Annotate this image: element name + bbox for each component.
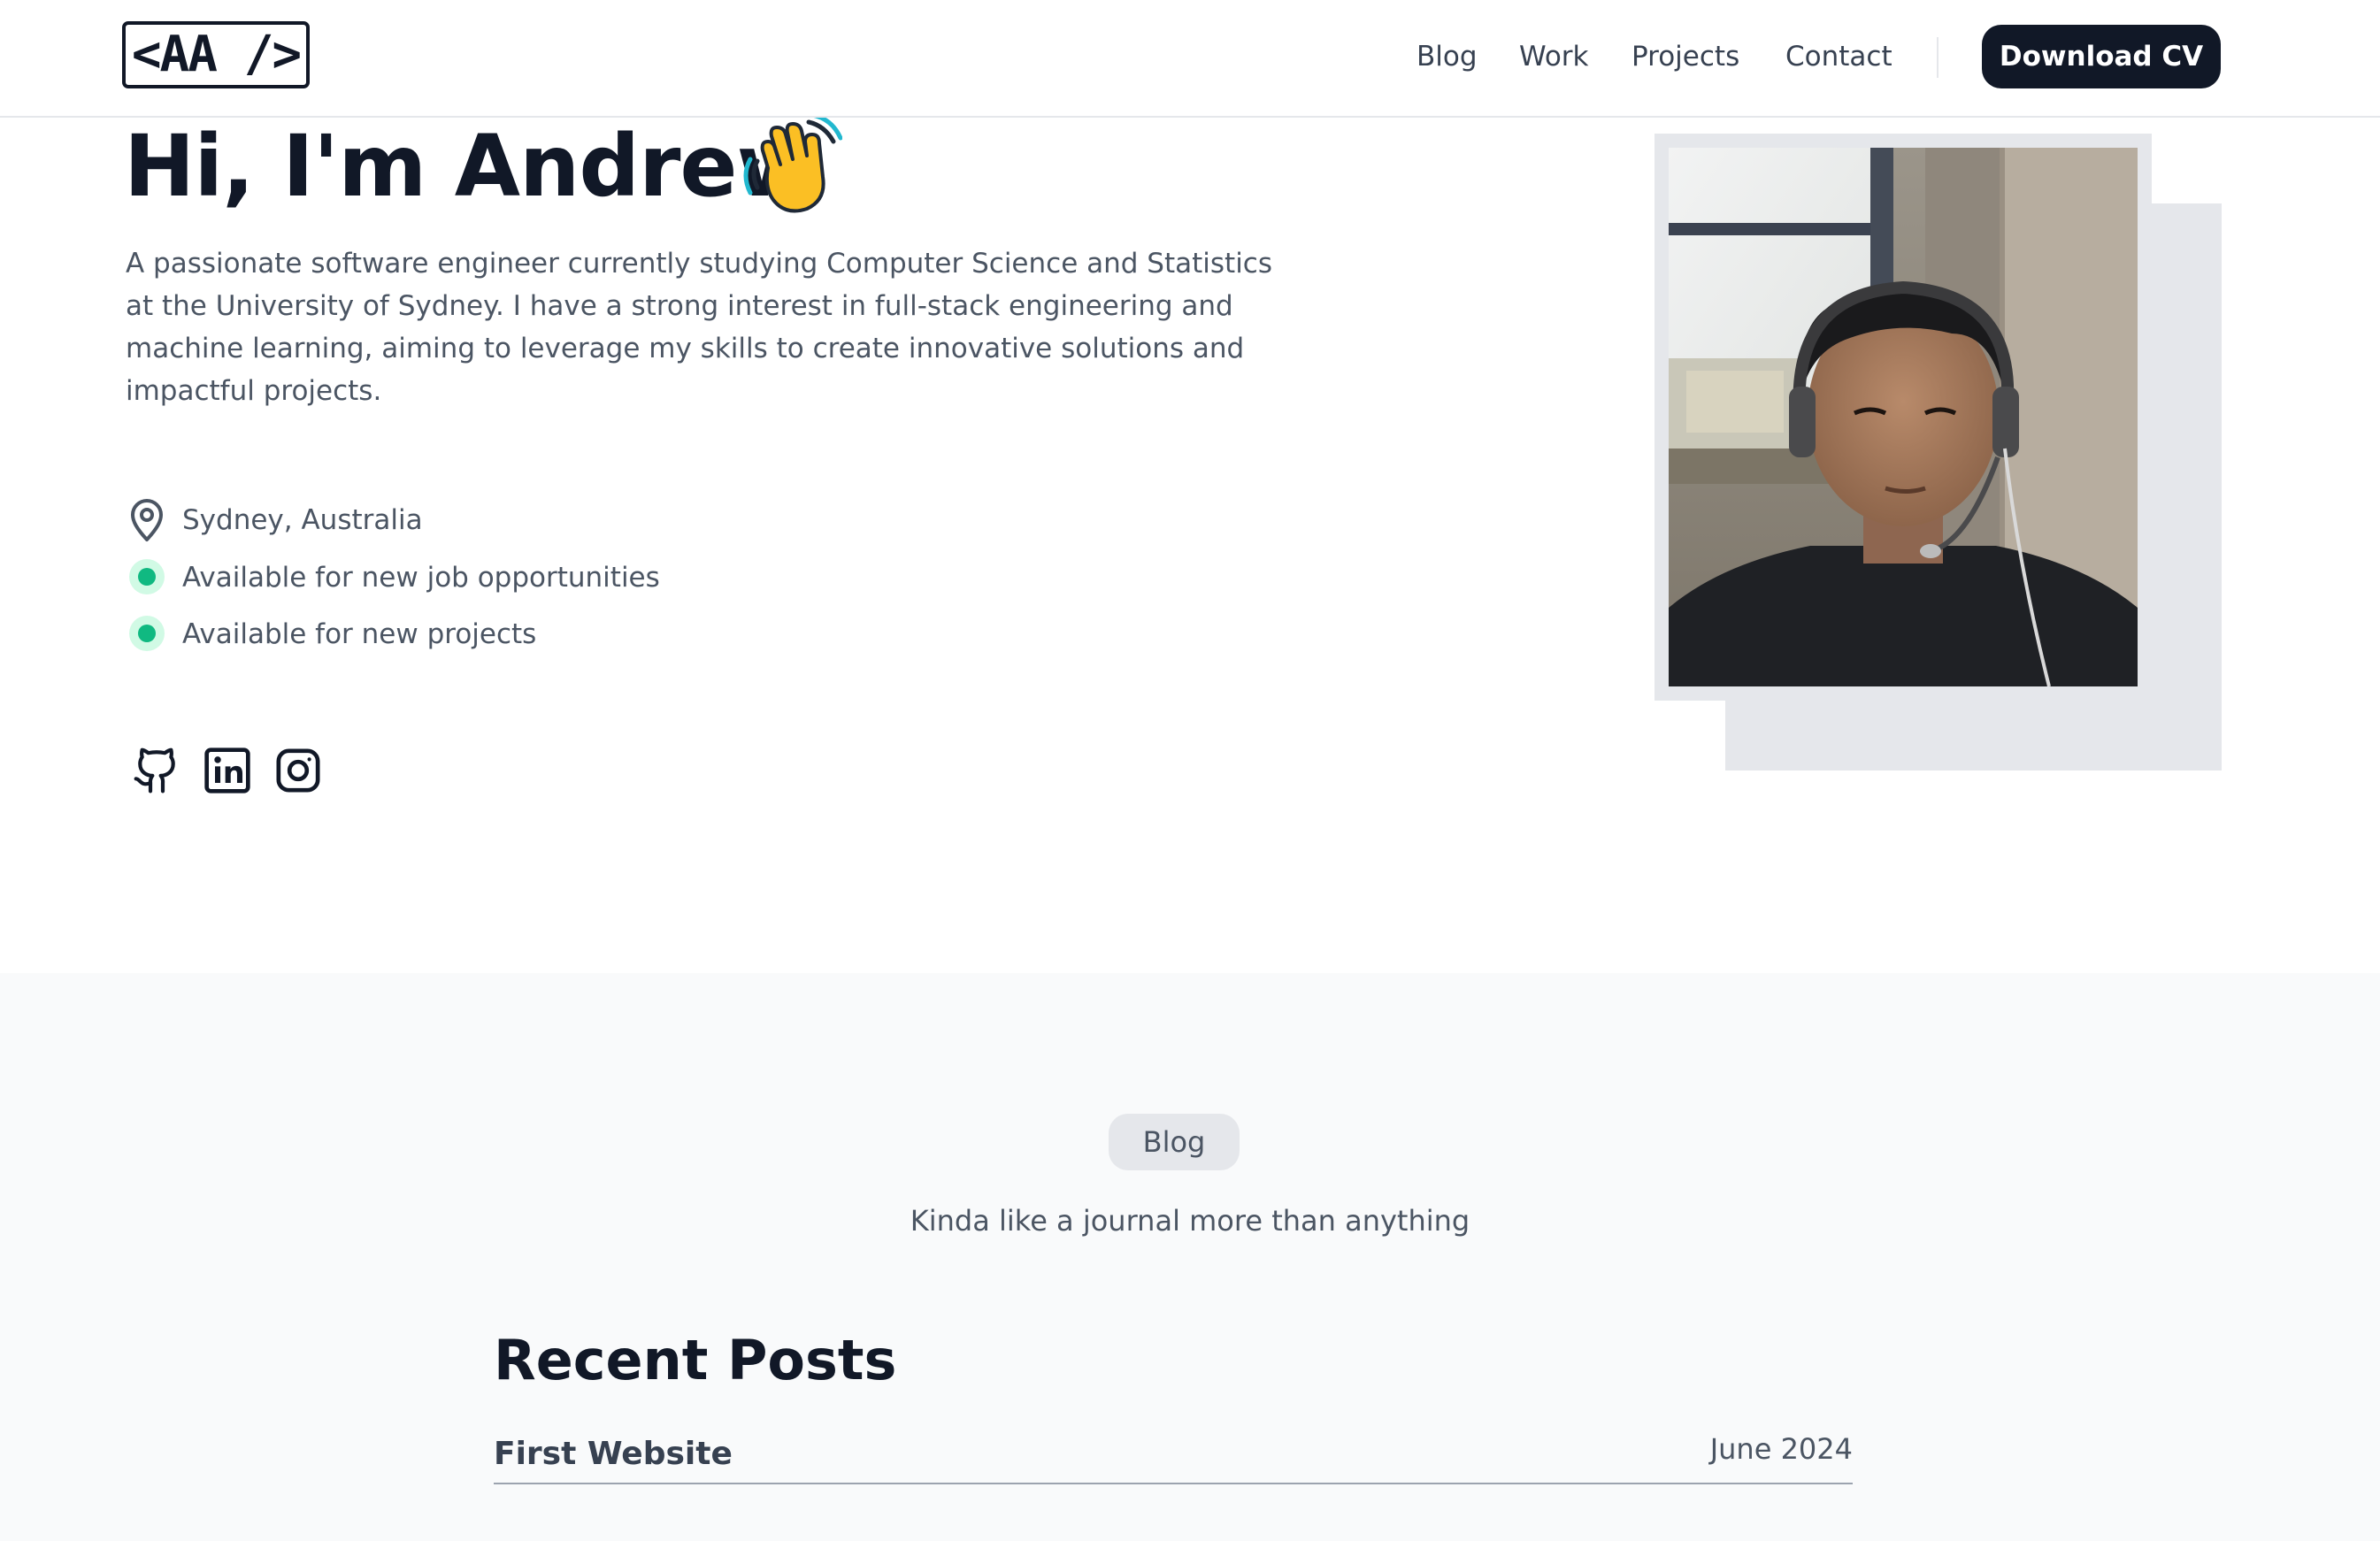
status-dot xyxy=(129,616,165,651)
post-title[interactable]: First Website xyxy=(494,1433,733,1476)
location-pin-icon xyxy=(127,499,166,543)
download-cv-button[interactable]: Download CV xyxy=(1982,25,2221,88)
nav-projects[interactable]: Projects xyxy=(1631,37,1739,76)
nav-contact[interactable]: Contact xyxy=(1785,37,1892,76)
status-dot xyxy=(129,559,165,594)
hero-title: Hi, I'm Andrew xyxy=(124,117,815,216)
instagram-icon[interactable] xyxy=(273,746,323,795)
hero-description: A passionate software engineer currently… xyxy=(126,248,1273,407)
recent-posts-title: Recent Posts xyxy=(494,1328,897,1392)
github-icon[interactable] xyxy=(132,746,181,795)
blog-badge: Blog xyxy=(1109,1114,1240,1170)
status-job-text: Available for new job opportunities xyxy=(182,562,660,594)
nav-work[interactable]: Work xyxy=(1519,37,1589,76)
status-projects-text: Available for new projects xyxy=(182,618,537,650)
post-row[interactable]: First Website June 2024 xyxy=(494,1428,1853,1484)
profile-photo xyxy=(1669,148,2138,686)
site-logo[interactable]: <AA /> xyxy=(122,21,310,88)
blog-subtitle: Kinda like a journal more than anything xyxy=(910,1204,1470,1238)
nav-blog[interactable]: Blog xyxy=(1416,37,1478,76)
location-text: Sydney, Australia xyxy=(182,504,423,536)
waving-hand-icon xyxy=(741,112,843,216)
linkedin-icon[interactable] xyxy=(203,746,252,795)
nav-divider xyxy=(1937,37,1939,78)
post-date: June 2024 xyxy=(1709,1432,1853,1466)
site-header: <AA /> Blog Work Projects Contact Downlo… xyxy=(0,0,2380,118)
